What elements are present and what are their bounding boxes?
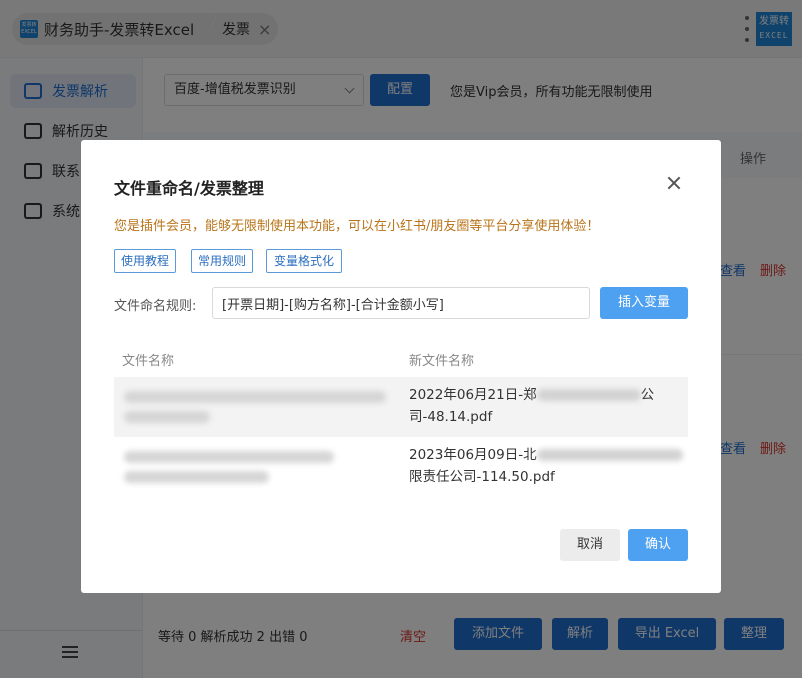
close-icon[interactable] [667, 176, 681, 190]
new-filename: 2023年06月09日-北 限责任公司-114.50.pdf [409, 444, 683, 488]
column-header-new-name: 新文件名称 [409, 354, 475, 369]
rename-dialog: 文件重命名/发票整理 您是插件会员，能够无限制使用本功能，可以在小红书/朋友圈等… [81, 140, 721, 593]
file-row: 2023年06月09日-北 限责任公司-114.50.pdf [114, 437, 688, 497]
new-filename: 2022年06月21日-郑 公 司-48.14.pdf [409, 384, 654, 428]
rule-label: 文件命名规则: [114, 299, 197, 314]
variable-format-button[interactable]: 变量格式化 [266, 249, 342, 273]
confirm-button[interactable]: 确认 [628, 529, 688, 561]
blurred-filename [124, 451, 334, 463]
blurred-filename [124, 411, 210, 423]
new-filename-part: 限责任公司-114.50.pdf [409, 469, 555, 485]
tutorial-button[interactable]: 使用教程 [114, 249, 176, 273]
new-filename-part: 公 [640, 387, 655, 403]
new-filename-part: 2023年06月09日-北 [409, 447, 537, 463]
cancel-button[interactable]: 取消 [560, 529, 620, 561]
blurred-part [536, 389, 641, 401]
new-filename-part: 司-48.14.pdf [409, 409, 493, 425]
insert-variable-button[interactable]: 插入变量 [600, 287, 688, 319]
blurred-filename [124, 391, 386, 403]
blurred-part [536, 449, 683, 461]
naming-rule-input[interactable] [212, 287, 590, 319]
common-rules-button[interactable]: 常用规则 [191, 249, 253, 273]
new-filename-part: 2022年06月21日-郑 [409, 387, 537, 403]
file-row: 2022年06月21日-郑 公 司-48.14.pdf [114, 377, 688, 437]
blurred-filename [124, 471, 269, 483]
member-notice: 您是插件会员，能够无限制使用本功能，可以在小红书/朋友圈等平台分享使用体验！ [114, 219, 600, 234]
column-header-old-name: 文件名称 [122, 354, 175, 369]
dialog-title: 文件重命名/发票整理 [114, 179, 264, 198]
